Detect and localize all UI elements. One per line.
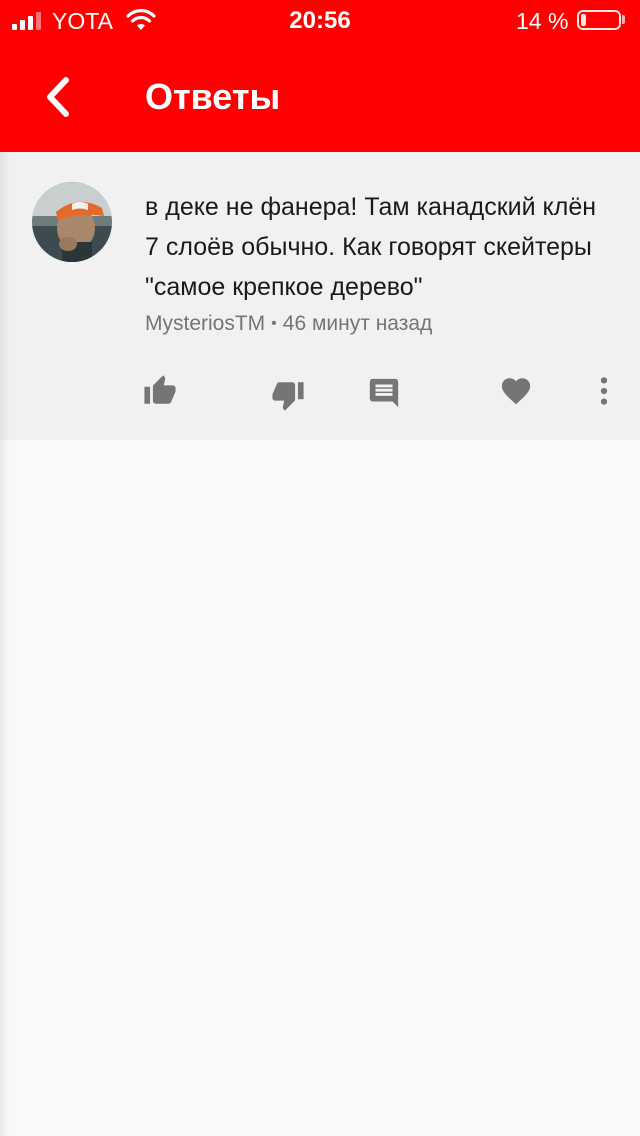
avatar[interactable] — [32, 182, 112, 262]
comment-card: в деке не фанера! Там канадский клён 7 с… — [0, 152, 640, 440]
reply-button[interactable] — [367, 376, 401, 410]
more-vertical-icon — [600, 377, 608, 405]
comment-time: 46 минут назад — [282, 312, 433, 335]
back-button[interactable] — [38, 74, 78, 120]
author-name[interactable]: MysteriosTM — [145, 312, 265, 335]
dislike-button[interactable] — [271, 378, 305, 412]
battery-percent: 14 % — [516, 8, 569, 34]
heart-icon — [501, 378, 531, 405]
comment-icon — [369, 378, 399, 408]
status-bar: YOTA 20:56 14 % — [0, 0, 640, 40]
comment-text: в деке не фанера! Там канадский клён 7 с… — [145, 193, 597, 301]
meta-separator: • — [271, 315, 277, 332]
edge-shadow — [0, 152, 10, 1136]
more-options-button[interactable] — [587, 374, 621, 408]
favorite-button[interactable] — [499, 374, 533, 408]
app-header: YOTA 20:56 14 % Ответы — [0, 0, 640, 152]
thumb-up-icon — [144, 375, 176, 404]
page-title: Ответы — [145, 76, 281, 117]
battery-icon — [577, 10, 621, 30]
chevron-left-icon — [47, 77, 69, 117]
battery-level — [581, 14, 586, 26]
like-button[interactable] — [143, 374, 177, 408]
battery-tip — [622, 15, 625, 24]
thumb-down-icon — [272, 382, 304, 411]
comment-meta: MysteriosTM • 46 минут назад — [145, 312, 432, 336]
user-photo — [32, 182, 112, 262]
